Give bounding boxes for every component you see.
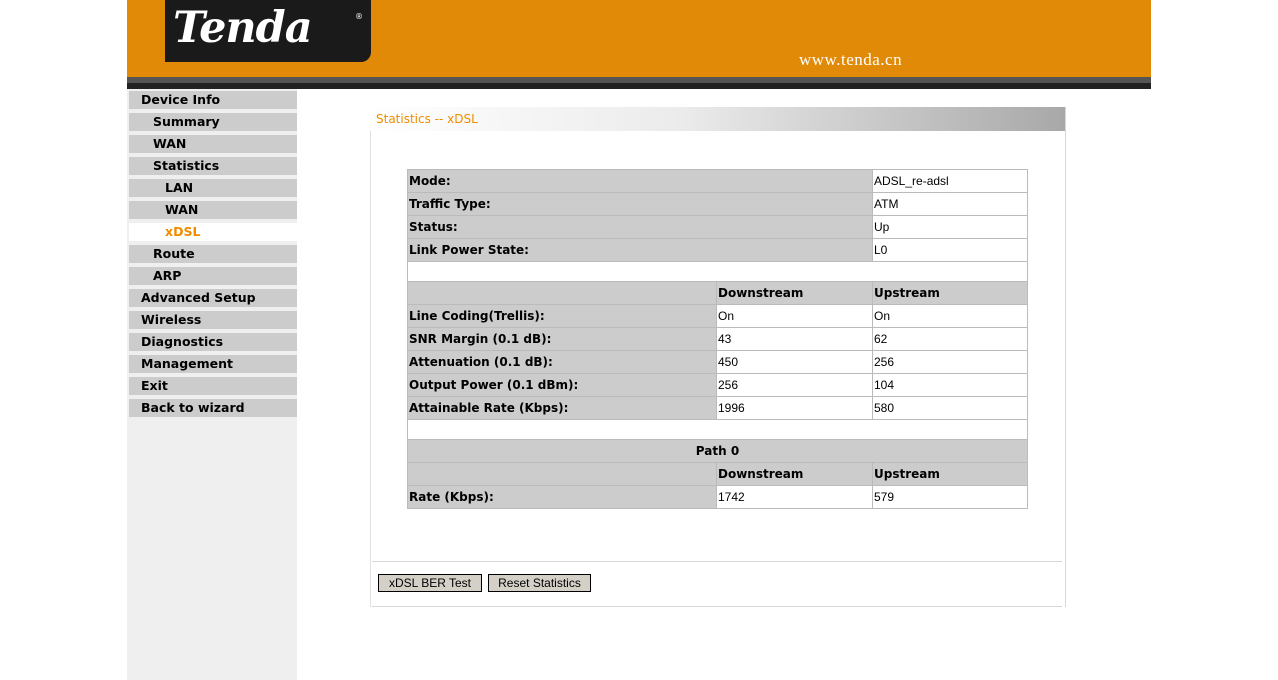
site-url: www.tenda.cn xyxy=(799,50,903,69)
output-power-label: Output Power (0.1 dBm): xyxy=(407,373,717,397)
line-coding-up: On xyxy=(872,304,1028,328)
spacer-row xyxy=(407,419,1028,440)
header: Tenda ® www.tenda.cn xyxy=(127,0,1151,89)
nav-statistics-lan[interactable]: LAN xyxy=(129,179,297,197)
rate-up: 579 xyxy=(872,485,1028,509)
status-value: Up xyxy=(872,215,1028,239)
attenuation-down: 450 xyxy=(716,350,873,374)
path-downstream-header: Downstream xyxy=(716,462,873,486)
tenda-logo: Tenda ® xyxy=(165,0,371,62)
header-empty-cell xyxy=(407,281,717,305)
table-row: Attainable Rate (Kbps): 1996 580 xyxy=(407,396,1028,420)
output-power-up: 104 xyxy=(872,373,1028,397)
snr-margin-up: 62 xyxy=(872,327,1028,351)
rate-label: Rate (Kbps): xyxy=(407,485,717,509)
table-row: Rate (Kbps): 1742 579 xyxy=(407,485,1028,509)
mode-label: Mode: xyxy=(407,169,873,193)
attenuation-label: Attenuation (0.1 dB): xyxy=(407,350,717,374)
rate-down: 1742 xyxy=(716,485,873,509)
table-row: Link Power State: L0 xyxy=(407,238,1028,262)
nav-diagnostics[interactable]: Diagnostics xyxy=(129,333,297,351)
header-empty-cell xyxy=(407,462,717,486)
divider xyxy=(372,606,1062,607)
table-header-row: Downstream Upstream xyxy=(407,462,1028,486)
upstream-header: Upstream xyxy=(872,281,1028,305)
attainable-rate-down: 1996 xyxy=(716,396,873,420)
page-title: Statistics -- xDSL xyxy=(370,107,1065,131)
nav-route[interactable]: Route xyxy=(129,245,297,263)
nav-statistics-xdsl[interactable]: xDSL xyxy=(129,223,297,241)
path-upstream-header: Upstream xyxy=(872,462,1028,486)
path-title-row: Path 0 xyxy=(407,439,1028,463)
nav-statistics[interactable]: Statistics xyxy=(129,157,297,175)
table-row: Traffic Type: ATM xyxy=(407,192,1028,216)
table-row: Output Power (0.1 dBm): 256 104 xyxy=(407,373,1028,397)
attainable-rate-label: Attainable Rate (Kbps): xyxy=(407,396,717,420)
output-power-down: 256 xyxy=(716,373,873,397)
traffic-type-label: Traffic Type: xyxy=(407,192,873,216)
spacer-cell xyxy=(407,261,1028,282)
nav-statistics-wan[interactable]: WAN xyxy=(129,201,297,219)
link-power-state-value: L0 xyxy=(872,238,1028,262)
reset-statistics-button[interactable]: Reset Statistics xyxy=(488,574,591,592)
table-row: Line Coding(Trellis): On On xyxy=(407,304,1028,328)
nav-device-info[interactable]: Device Info xyxy=(129,91,297,109)
snr-margin-label: SNR Margin (0.1 dB): xyxy=(407,327,717,351)
logo-text: Tenda xyxy=(173,3,313,53)
table-row: Status: Up xyxy=(407,215,1028,239)
mode-value: ADSL_re-adsl xyxy=(872,169,1028,193)
table-row: Attenuation (0.1 dB): 450 256 xyxy=(407,350,1028,374)
xdsl-ber-test-button[interactable]: xDSL BER Test xyxy=(378,574,482,592)
downstream-header: Downstream xyxy=(716,281,873,305)
status-label: Status: xyxy=(407,215,873,239)
table-row: SNR Margin (0.1 dB): 43 62 xyxy=(407,327,1028,351)
link-power-state-label: Link Power State: xyxy=(407,238,873,262)
nav-advanced-setup[interactable]: Advanced Setup xyxy=(129,289,297,307)
nav-wan[interactable]: WAN xyxy=(129,135,297,153)
table-header-row: Downstream Upstream xyxy=(407,281,1028,305)
table-row: Mode: ADSL_re-adsl xyxy=(407,169,1028,193)
spacer-cell xyxy=(407,419,1028,440)
snr-margin-down: 43 xyxy=(716,327,873,351)
attenuation-up: 256 xyxy=(872,350,1028,374)
registered-mark: ® xyxy=(355,12,363,21)
xdsl-statistics-table: Mode: ADSL_re-adsl Traffic Type: ATM Sta… xyxy=(407,169,1028,509)
divider xyxy=(372,561,1062,562)
nav-summary[interactable]: Summary xyxy=(129,113,297,131)
nav-back-to-wizard[interactable]: Back to wizard xyxy=(129,399,297,417)
traffic-type-value: ATM xyxy=(872,192,1028,216)
nav-arp[interactable]: ARP xyxy=(129,267,297,285)
nav-management[interactable]: Management xyxy=(129,355,297,373)
path-title: Path 0 xyxy=(407,439,1028,463)
panel-border xyxy=(370,131,371,607)
spacer-row xyxy=(407,261,1028,282)
nav-wireless[interactable]: Wireless xyxy=(129,311,297,329)
line-coding-down: On xyxy=(716,304,873,328)
sidebar: Device Info Summary WAN Statistics LAN W… xyxy=(127,89,297,680)
line-coding-label: Line Coding(Trellis): xyxy=(407,304,717,328)
attainable-rate-up: 580 xyxy=(872,396,1028,420)
nav-exit[interactable]: Exit xyxy=(129,377,297,395)
